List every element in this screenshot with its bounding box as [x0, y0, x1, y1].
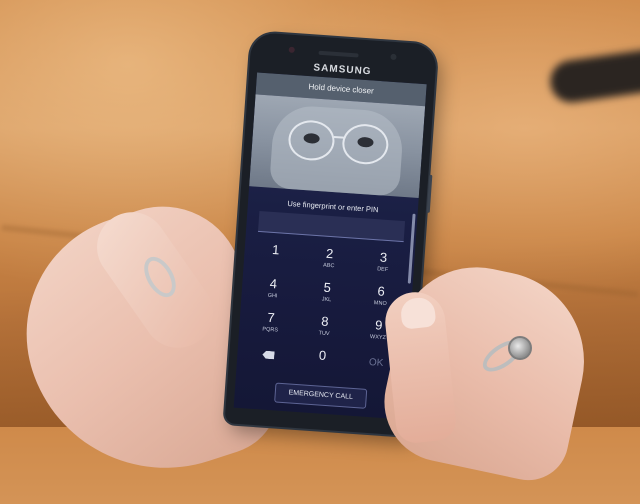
backspace-icon	[262, 351, 275, 360]
key-2[interactable]: 2 ABC	[301, 244, 357, 278]
earpiece-speaker	[318, 50, 359, 58]
pin-input[interactable]	[257, 210, 406, 243]
iris-preview	[249, 94, 426, 199]
iris-scanner-icon	[390, 53, 397, 61]
emergency-call-button[interactable]: EMERGENCY CALL	[274, 382, 368, 409]
key-5[interactable]: 5 JKL	[299, 278, 355, 312]
key-1[interactable]: 1	[247, 240, 303, 274]
keypad: 1 2 ABC 3 DEF 4 GHI 5 JKL 6 MNO 7 PQRS 8…	[249, 240, 411, 369]
screen-glare	[407, 213, 416, 284]
right-ring-stone	[508, 336, 532, 360]
key-0[interactable]: 0	[294, 346, 350, 380]
backspace-button[interactable]	[240, 342, 296, 376]
key-7[interactable]: 7 PQRS	[243, 308, 299, 342]
front-camera-icon	[288, 46, 295, 54]
key-4[interactable]: 4 GHI	[245, 274, 301, 308]
key-8[interactable]: 8 TUV	[296, 312, 352, 346]
key-3[interactable]: 3 DEF	[355, 248, 411, 282]
